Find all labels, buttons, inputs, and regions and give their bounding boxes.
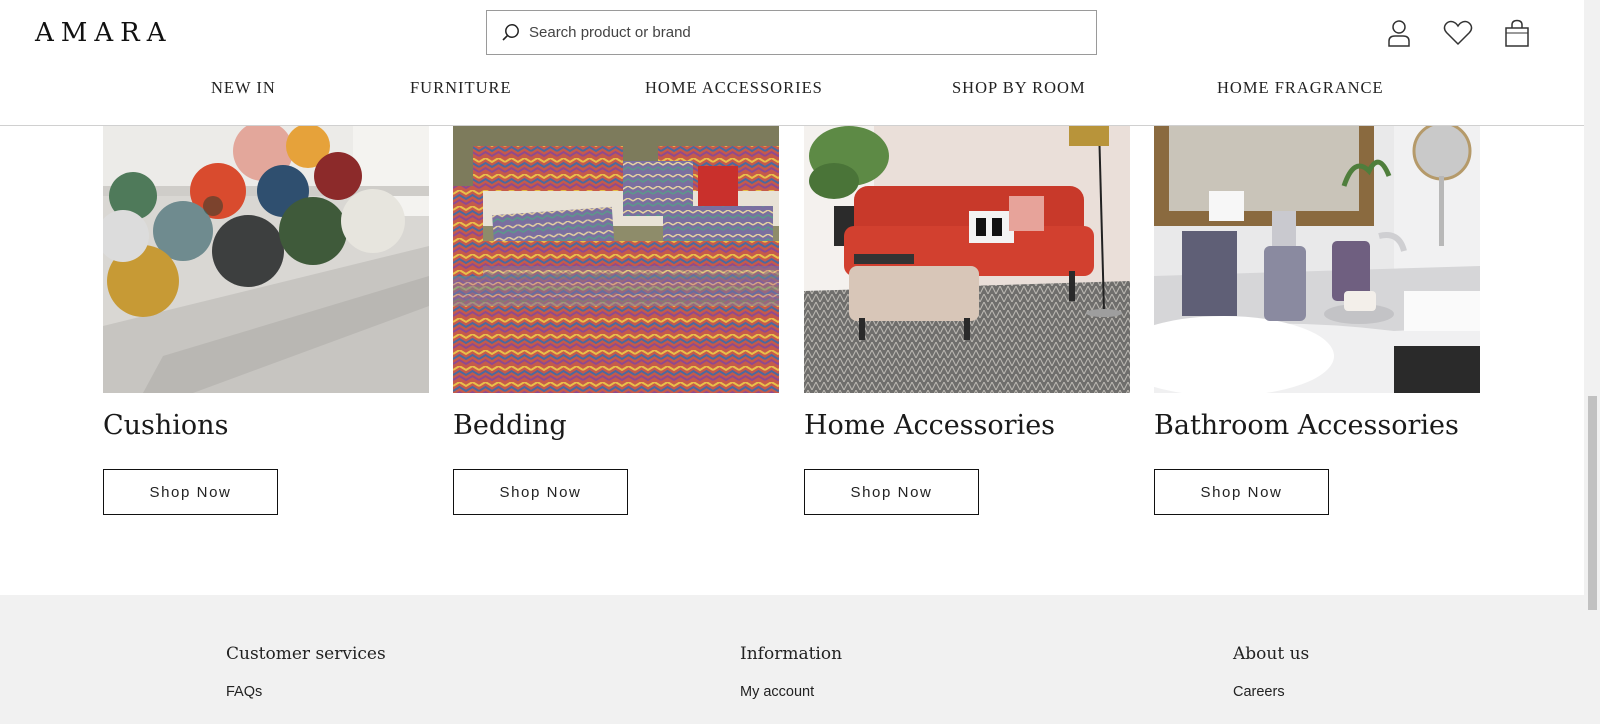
footer-heading: About us: [1233, 644, 1310, 664]
category-title: Home Accessories: [804, 410, 1056, 441]
category-card-home-accessories: Home Accessories Shop Now: [804, 126, 1130, 515]
page-scrollbar[interactable]: [1584, 0, 1600, 724]
account-icon[interactable]: [1384, 18, 1414, 48]
nav-item-home-accessories[interactable]: HOME ACCESSORIES: [645, 78, 823, 98]
footer-link-careers[interactable]: Careers: [1233, 684, 1309, 700]
search-input[interactable]: [529, 12, 1069, 53]
site-header: AMARA Search product or brand NEW IN FUR…: [0, 0, 1584, 126]
header-icons: [1384, 18, 1532, 48]
footer-column-customer-services: Customer services FAQs: [226, 644, 386, 700]
nav-item-shop-by-room[interactable]: SHOP BY ROOM: [952, 78, 1086, 98]
category-title: Cushions: [103, 410, 229, 441]
bedding-image[interactable]: [453, 126, 779, 393]
search-icon[interactable]: [493, 11, 529, 54]
footer-column-about-us: About us Careers: [1233, 644, 1309, 700]
amara-logo[interactable]: AMARA: [35, 18, 173, 48]
site-footer: Customer services FAQs Information My ac…: [0, 595, 1584, 724]
category-card-bathroom-accessories: Bathroom Accessories Shop Now: [1154, 126, 1480, 515]
shopping-bag-icon[interactable]: [1502, 18, 1532, 48]
category-card-cushions: Cushions Shop Now: [103, 126, 429, 515]
wishlist-heart-icon[interactable]: [1443, 18, 1473, 48]
search-bar[interactable]: [486, 10, 1097, 55]
main-navigation: NEW IN FURNITURE HOME ACCESSORIES SHOP B…: [0, 78, 1584, 104]
footer-link-faqs[interactable]: FAQs: [226, 684, 386, 700]
category-card-bedding: Bedding Shop Now: [453, 126, 779, 515]
footer-column-information: Information My account: [740, 644, 842, 700]
footer-link-my-account[interactable]: My account: [740, 684, 842, 700]
nav-item-furniture[interactable]: FURNITURE: [410, 78, 512, 98]
shop-now-button-bathroom-accessories[interactable]: Shop Now: [1154, 469, 1329, 515]
shop-now-button-bedding[interactable]: Shop Now: [453, 469, 628, 515]
category-title: Bedding: [453, 410, 567, 441]
cushions-image[interactable]: [103, 126, 429, 393]
footer-heading: Information: [740, 644, 843, 664]
home-accessories-image[interactable]: [804, 126, 1130, 393]
bathroom-accessories-image[interactable]: [1154, 126, 1480, 393]
shop-now-button-home-accessories[interactable]: Shop Now: [804, 469, 979, 515]
footer-heading: Customer services: [226, 644, 386, 664]
nav-item-new-in[interactable]: NEW IN: [211, 78, 276, 98]
scrollbar-thumb[interactable]: [1588, 396, 1597, 610]
nav-item-home-fragrance[interactable]: HOME FRAGRANCE: [1217, 78, 1384, 98]
category-title: Bathroom Accessories: [1154, 410, 1459, 441]
shop-now-button-cushions[interactable]: Shop Now: [103, 469, 278, 515]
